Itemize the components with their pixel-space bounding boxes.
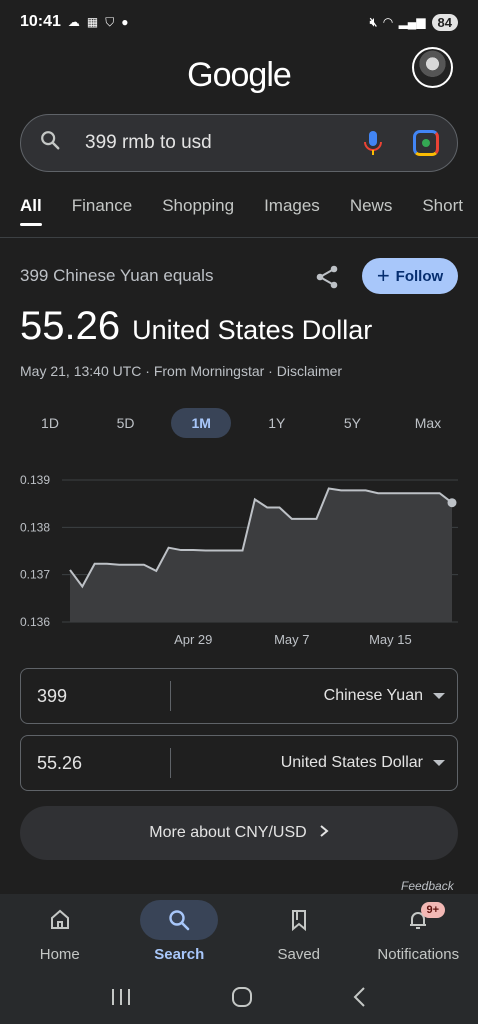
search-icon (39, 129, 65, 157)
equals-label: 399 Chinese Yuan equals (20, 266, 214, 285)
to-amount-input[interactable]: 55.26 (21, 748, 171, 778)
tab-shopping[interactable]: Shopping (162, 196, 234, 226)
search-tabs: All Finance Shopping Images News Short (20, 196, 478, 226)
feedback-link[interactable]: Feedback (401, 879, 454, 893)
notification-badge: 9+ (420, 902, 446, 918)
x-tick-label: May 15 (369, 632, 412, 647)
avatar[interactable] (412, 47, 453, 88)
recent-apps-icon[interactable] (110, 987, 132, 1012)
more-about-label: More about CNY/USD (149, 824, 307, 841)
nav-home[interactable]: Home (0, 894, 120, 974)
from-amount-input[interactable]: 399 (21, 681, 171, 711)
chevron-down-icon[interactable] (433, 760, 445, 766)
y-tick-label: 0.136 (20, 615, 50, 629)
exchange-rate-chart[interactable]: 0.139 0.138 0.137 0.136 Apr 29 May 7 May 15 (0, 466, 478, 656)
rate-meta: May 21, 13:40 UTC · From Morningstar · D… (20, 363, 343, 379)
home-button-icon[interactable] (231, 986, 253, 1013)
tab-images[interactable]: Images (264, 196, 320, 226)
signal-icon: ▂▄▆ (398, 15, 426, 29)
share-icon[interactable] (314, 264, 340, 290)
chart-end-point (447, 498, 457, 508)
vpn-shield-icon: ⛉ (105, 14, 115, 29)
y-tick-label: 0.139 (20, 473, 50, 487)
search-icon (140, 900, 219, 940)
range-selector: 1D 5D 1M 1Y 5Y Max (20, 408, 458, 438)
range-1m[interactable]: 1M (171, 408, 232, 438)
result-currency: United States Dollar (132, 315, 373, 345)
status-time: 10:41 (20, 13, 61, 30)
google-logo[interactable]: Google (0, 56, 478, 95)
chevron-right-icon (319, 824, 329, 843)
nav-notifications-label: Notifications (377, 946, 460, 963)
status-bar: 10:41 ☁ ▦ ⛉ ● 🔇︎ ◠ ▂▄▆ 84 (0, 0, 478, 44)
dot-icon: ● (121, 15, 129, 29)
tabs-divider (0, 237, 478, 238)
cloud-icon: ☁ (67, 15, 80, 29)
to-currency-row: 55.26 United States Dollar (20, 735, 458, 791)
more-about-button[interactable]: More about CNY/USD (20, 806, 458, 860)
nav-saved-label: Saved (277, 946, 321, 963)
system-nav (0, 974, 478, 1024)
back-icon[interactable] (352, 986, 368, 1013)
conversion-result: 55.26 United States Dollar (20, 304, 372, 349)
bell-icon (379, 900, 457, 940)
nav-notifications[interactable]: 9+ Notifications (359, 894, 478, 974)
result-amount: 55.26 (20, 304, 121, 348)
plus-icon: + (376, 263, 390, 288)
mic-icon[interactable] (363, 129, 383, 157)
from-currency-select[interactable]: Chinese Yuan (171, 687, 433, 705)
tab-news[interactable]: News (350, 196, 393, 226)
search-input[interactable]: 399 rmb to usd (20, 114, 458, 172)
bookmark-icon (260, 900, 338, 940)
search-query[interactable]: 399 rmb to usd (85, 132, 363, 154)
to-currency-select[interactable]: United States Dollar (171, 754, 433, 772)
x-tick-label: May 7 (274, 632, 309, 647)
bottom-nav: Home Search Saved 9+ Notifications (0, 894, 478, 974)
tab-all[interactable]: All (20, 196, 42, 226)
home-icon (21, 900, 99, 940)
range-1d[interactable]: 1D (20, 408, 80, 438)
range-max[interactable]: Max (398, 408, 458, 438)
nav-search-label: Search (154, 946, 205, 963)
y-tick-label: 0.137 (20, 568, 50, 582)
chart-area (70, 488, 452, 622)
nav-home-label: Home (39, 946, 80, 963)
x-tick-label: Apr 29 (174, 632, 212, 647)
lens-icon[interactable] (413, 130, 439, 156)
nav-saved[interactable]: Saved (239, 894, 359, 974)
tab-finance[interactable]: Finance (72, 196, 132, 226)
nav-search[interactable]: Search (120, 894, 240, 974)
range-5d[interactable]: 5D (96, 408, 156, 438)
follow-label: Follow (395, 267, 444, 285)
y-tick-label: 0.138 (20, 520, 50, 534)
follow-button[interactable]: + Follow (362, 258, 458, 294)
chevron-down-icon[interactable] (433, 693, 445, 699)
range-1y[interactable]: 1Y (247, 408, 307, 438)
from-currency-row: 399 Chinese Yuan (20, 668, 458, 724)
calendar-icon: ▦ (86, 15, 99, 29)
wifi-icon: ◠ (383, 15, 393, 29)
battery-indicator: 84 (431, 13, 458, 31)
range-5y[interactable]: 5Y (322, 408, 382, 438)
mute-icon: 🔇︎ (369, 14, 378, 29)
tab-short[interactable]: Short (422, 196, 463, 226)
